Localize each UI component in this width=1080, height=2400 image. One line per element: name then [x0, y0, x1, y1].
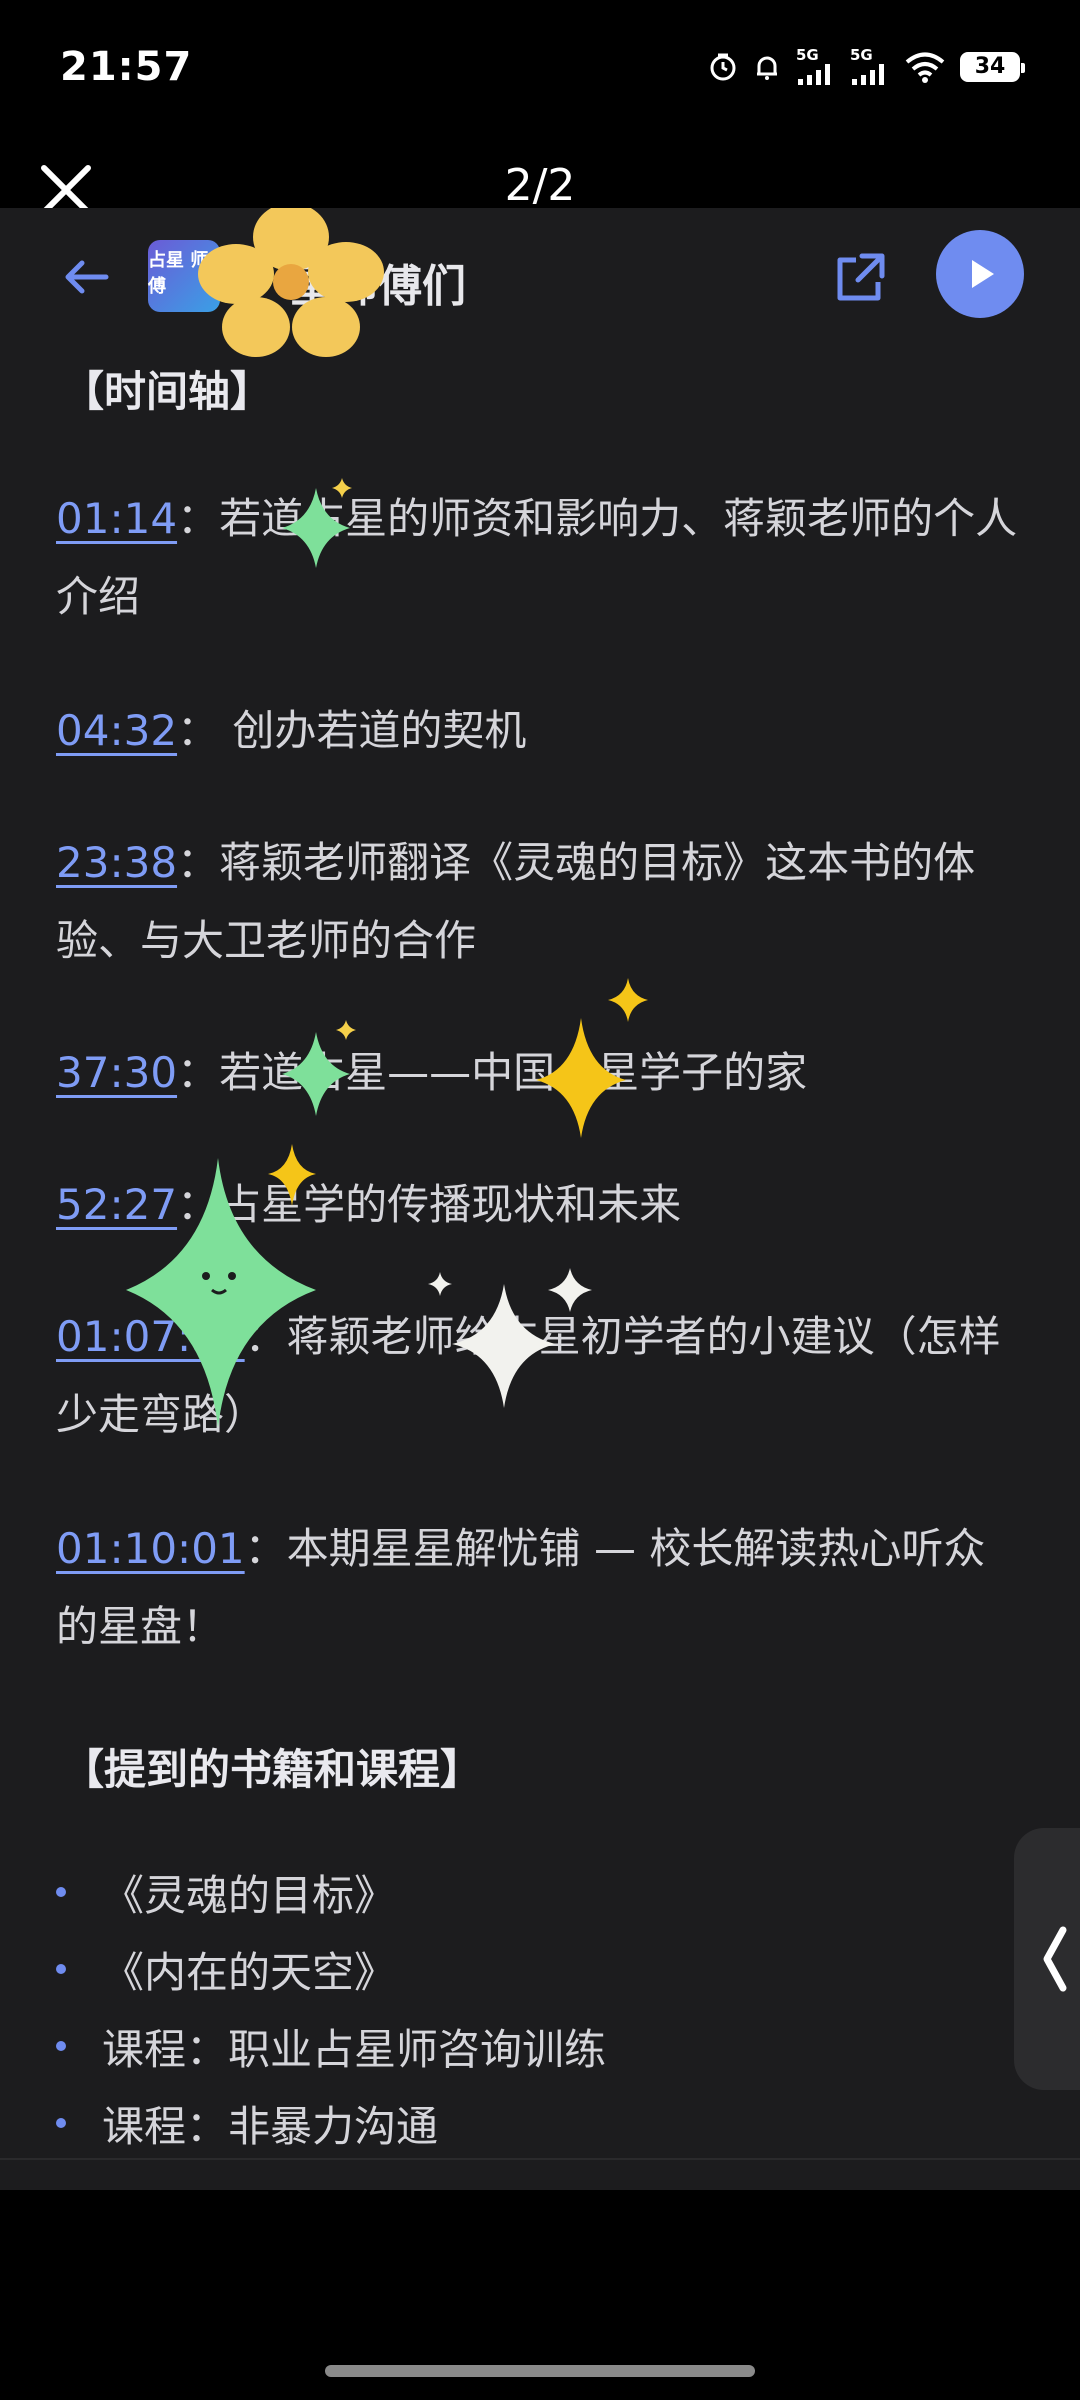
sparkle-sticker-icon [428, 1268, 592, 1408]
status-icons: 5G 5G 34 [708, 48, 1025, 85]
sparkle-sticker-icon [282, 478, 352, 568]
status-time: 21:57 [60, 44, 193, 90]
timestamp-link[interactable]: 37:30 [56, 1048, 177, 1097]
bullet-icon [56, 1964, 66, 1974]
timeline-heading: 【时间轴】 [62, 367, 273, 416]
divider [0, 2158, 1080, 2160]
bullet-icon [56, 1887, 66, 1897]
separator: ： [177, 1048, 220, 1097]
sparkle-sticker-icon [282, 1020, 356, 1116]
timestamp-link[interactable]: 01:14 [56, 494, 177, 543]
bullet-icon [56, 2041, 66, 2051]
bullet-icon [56, 2118, 66, 2128]
play-button[interactable] [936, 230, 1024, 318]
list-item-text: 《内在的天空》 [102, 1947, 397, 1997]
screenshot-content: 占星 师傅 星师傅们 【时间轴】 01:14：若道占星的师资和影响力、蒋颖老师的… [0, 208, 1080, 2190]
separator: ： [177, 838, 220, 887]
signal-1: 5G [796, 48, 836, 85]
home-indicator[interactable] [325, 2365, 755, 2377]
notification-bell-icon [757, 56, 777, 80]
separator: ： [177, 494, 220, 543]
list-item: 《内在的天空》 [56, 1939, 396, 1999]
flower-sticker-icon [198, 208, 384, 357]
network-type-1: 5G [796, 46, 819, 64]
separator: ： [177, 706, 220, 755]
list-item: 课程：非暴力沟通 [56, 2093, 438, 2153]
timestamp-link[interactable]: 04:32 [56, 706, 177, 755]
side-panel-handle[interactable] [1014, 1828, 1080, 2090]
books-heading: 【提到的书籍和课程】 [62, 1745, 483, 1794]
signal-2: 5G [850, 48, 890, 85]
list-item-text: 课程：非暴力沟通 [102, 2101, 439, 2151]
timeline-entry: 23:38：蒋颖老师翻译《灵魂的目标》这本书的体验、与大卫老师的合作 [56, 824, 1026, 980]
sparkle-sticker-icon [126, 1158, 316, 1428]
back-arrow-icon[interactable] [62, 253, 110, 301]
play-icon [972, 260, 994, 288]
entry-text: 创办若道的契机 [219, 706, 527, 755]
network-type-2: 5G [850, 46, 873, 64]
battery-indicator: 34 [960, 51, 1025, 82]
page-indicator: 2/2 [504, 160, 576, 211]
alarm-icon [710, 53, 736, 80]
wifi-icon [905, 52, 945, 83]
timestamp-link[interactable]: 01:10:01 [56, 1524, 245, 1573]
timestamp-link[interactable]: 23:38 [56, 838, 177, 887]
timeline-entry: 01:14：若道占星的师资和影响力、蒋颖老师的个人介绍 [56, 480, 1026, 636]
app-header: 占星 师傅 星师傅们 [0, 208, 1080, 348]
signal-bars-icon [852, 64, 884, 85]
list-item-text: 《灵魂的目标》 [102, 1870, 397, 1920]
timeline-entry: 01:10:01：本期星星解忧铺 — 校长解读热心听众的星盘！ [56, 1510, 1026, 1666]
sparkle-sticker-icon [536, 978, 648, 1138]
list-item-text: 课程：职业占星师咨询训练 [102, 2024, 607, 2074]
list-item: 课程：职业占星师咨询训练 [56, 2016, 606, 2076]
image-viewer: 21:57 5G 5G 34 2/2 占星 师傅 【时间轴】 01:14：若道占… [0, 0, 1080, 2400]
separator: ： [244, 1524, 287, 1573]
share-icon[interactable] [832, 250, 888, 306]
signal-bars-icon [798, 64, 830, 85]
chevron-left-icon [1043, 1926, 1067, 1992]
status-bar: 21:57 5G 5G 34 [0, 0, 1080, 140]
timeline-entry: 04:32： 创办若道的契机 [56, 692, 1026, 770]
list-item: 《灵魂的目标》 [56, 1862, 396, 1922]
